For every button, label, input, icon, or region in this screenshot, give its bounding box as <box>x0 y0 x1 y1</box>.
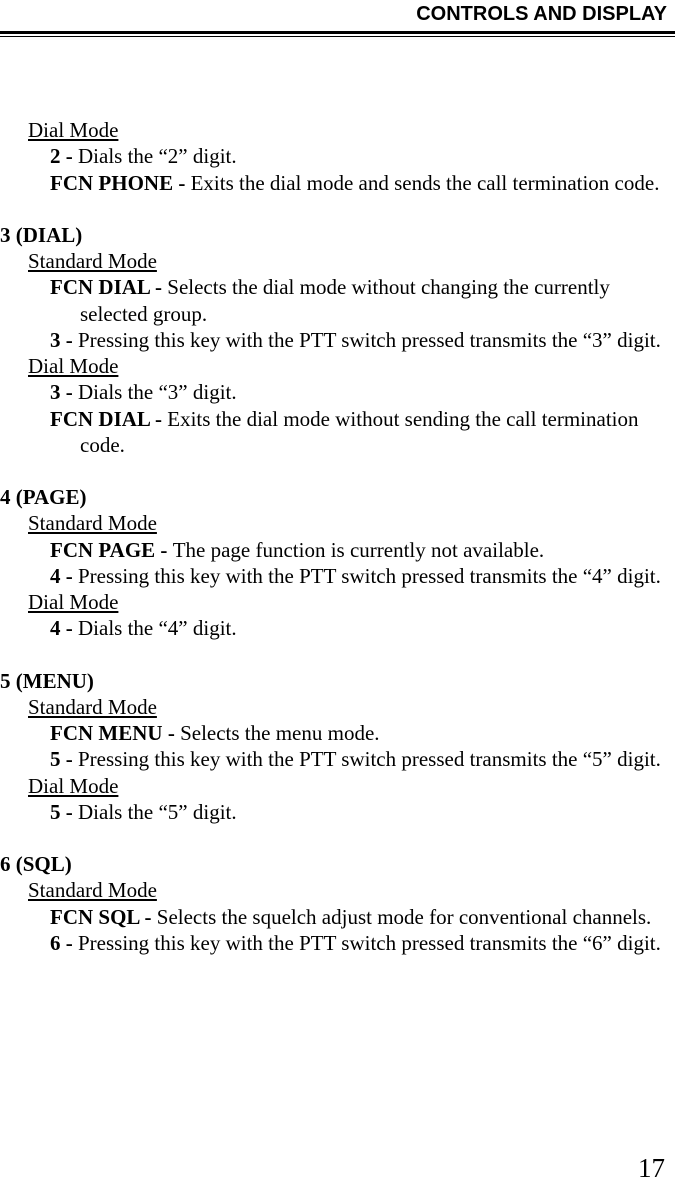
entry-line: 6 - Pressing this key with the PTT switc… <box>50 930 667 956</box>
entry-text: Exits the dial mode and sends the call t… <box>191 171 660 195</box>
entry-key: 3 - <box>50 328 78 352</box>
entry-key: 5 - <box>50 800 78 824</box>
entry-key: FCN MENU - <box>50 721 180 745</box>
entry-line: 5 - Dials the “5” digit. <box>50 799 667 825</box>
header-title: CONTROLS AND DISPLAY <box>0 0 675 31</box>
key-heading: 6 (SQL) <box>0 851 667 877</box>
entry-line: 3 - Dials the “3” digit. <box>50 379 667 405</box>
entry-key: FCN PAGE - <box>50 538 173 562</box>
entry-line: 2 - Dials the “2” digit. <box>50 143 667 169</box>
page-body: Dial Mode 2 - Dials the “2” digit. FCN P… <box>0 37 675 956</box>
entry-line: 5 - Pressing this key with the PTT switc… <box>50 746 667 772</box>
mode-label-dial: Dial Mode <box>28 589 667 615</box>
entry-line: 4 - Dials the “4” digit. <box>50 615 667 641</box>
entry-line: FCN DIAL - Exits the dial mode without s… <box>50 406 667 459</box>
entry-text: Dials the “4” digit. <box>78 616 237 640</box>
entry-key: FCN SQL - <box>50 905 157 929</box>
entry-key: 4 - <box>50 616 78 640</box>
entry-line: FCN PHONE - Exits the dial mode and send… <box>50 170 667 196</box>
entry-line: FCN PAGE - The page function is currentl… <box>50 537 667 563</box>
entry-text: Dials the “5” digit. <box>78 800 237 824</box>
entry-text: Dials the “3” digit. <box>78 380 237 404</box>
mode-label-dial: Dial Mode <box>28 773 667 799</box>
mode-label-standard: Standard Mode <box>28 510 667 536</box>
entry-text: The page function is currently not avail… <box>173 538 544 562</box>
entry-text: Selects the squelch adjust mode for conv… <box>157 905 652 929</box>
entry-key: FCN DIAL - <box>50 407 167 431</box>
entry-line: FCN MENU - Selects the menu mode. <box>50 720 667 746</box>
entry-text: Dials the “2” digit. <box>78 144 237 168</box>
entry-key: 2 - <box>50 144 78 168</box>
entry-text: Pressing this key with the PTT switch pr… <box>78 328 661 352</box>
mode-label-dial: Dial Mode <box>28 353 667 379</box>
key-heading: 5 (MENU) <box>0 668 667 694</box>
entry-key: FCN PHONE - <box>50 171 191 195</box>
entry-line: 4 - Pressing this key with the PTT switc… <box>50 563 667 589</box>
entry-text: Pressing this key with the PTT switch pr… <box>78 747 661 771</box>
entry-key: 5 - <box>50 747 78 771</box>
mode-label-standard: Standard Mode <box>28 694 667 720</box>
entry-key: 3 - <box>50 380 78 404</box>
header-rule-thick <box>0 31 675 34</box>
key-heading: 4 (PAGE) <box>0 484 667 510</box>
page-number: 17 <box>638 1152 665 1186</box>
key-heading: 3 (DIAL) <box>0 222 667 248</box>
entry-line: FCN SQL - Selects the squelch adjust mod… <box>50 904 667 930</box>
entry-key: FCN DIAL - <box>50 275 167 299</box>
entry-key: 6 - <box>50 931 78 955</box>
entry-text: Pressing this key with the PTT switch pr… <box>78 564 661 588</box>
mode-label-dial: Dial Mode <box>28 117 667 143</box>
mode-label-standard: Standard Mode <box>28 877 667 903</box>
entry-line: FCN DIAL - Selects the dial mode without… <box>50 274 667 327</box>
mode-label-standard: Standard Mode <box>28 248 667 274</box>
entry-text: Selects the menu mode. <box>180 721 379 745</box>
entry-line: 3 - Pressing this key with the PTT switc… <box>50 327 667 353</box>
entry-key: 4 - <box>50 564 78 588</box>
entry-text: Pressing this key with the PTT switch pr… <box>78 931 661 955</box>
